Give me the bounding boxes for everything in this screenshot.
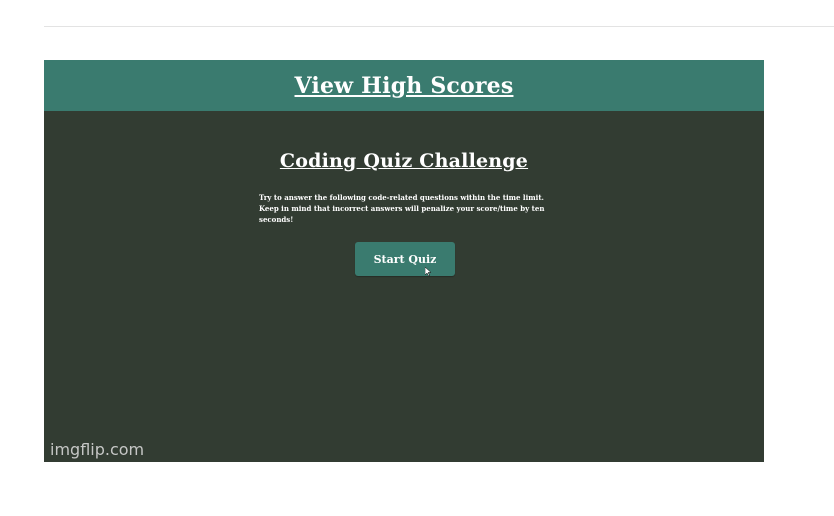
quiz-gif-preview: View High Scores Coding Quiz Challenge T… <box>44 60 764 462</box>
pointer-cursor-icon <box>425 267 431 276</box>
cropped-heading: ▪▪ ▪ <box>44 0 184 10</box>
quiz-start-panel: Coding Quiz Challenge Try to answer the … <box>44 150 764 276</box>
view-high-scores-link[interactable]: View High Scores <box>295 73 514 99</box>
start-quiz-button[interactable]: Start Quiz <box>355 242 455 276</box>
page: ▪▪ ▪ View High Scores Coding Quiz Challe… <box>0 0 834 516</box>
quiz-title: Coding Quiz Challenge <box>279 150 529 172</box>
top-divider <box>44 26 834 27</box>
imgflip-watermark: imgflip.com <box>50 440 145 459</box>
cropped-heading-text: ▪▪ ▪ <box>44 0 184 10</box>
quiz-description: Try to answer the following code-related… <box>259 193 545 224</box>
header-banner: View High Scores <box>44 60 764 111</box>
